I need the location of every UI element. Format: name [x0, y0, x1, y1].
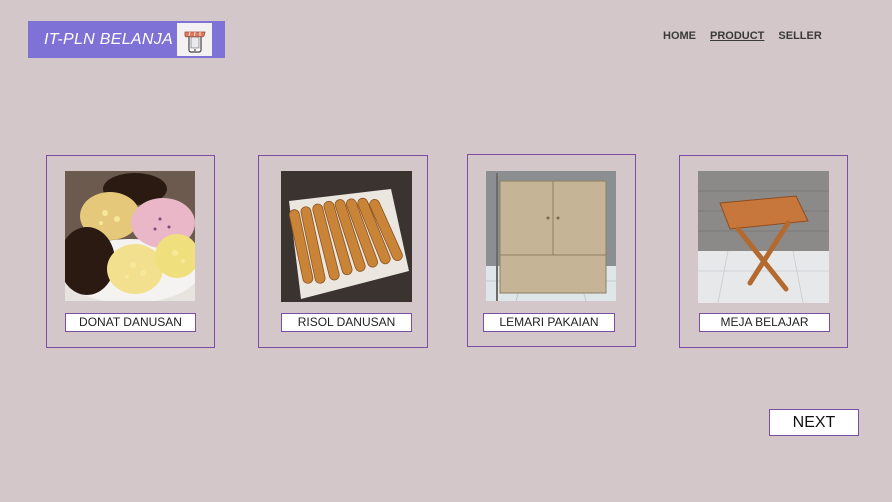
brand-title: IT-PLN BELANJA	[44, 30, 173, 48]
study-table-photo	[698, 171, 829, 303]
product-label[interactable]: RISOL DANUSAN	[281, 313, 412, 332]
store-phone-icon	[177, 23, 212, 56]
product-card-donat[interactable]: DONAT DANUSAN	[46, 155, 215, 348]
product-card-meja[interactable]: MEJA BELAJAR	[679, 155, 848, 348]
risol-photo	[281, 171, 412, 302]
product-label[interactable]: MEJA BELAJAR	[699, 313, 830, 332]
donut-photo	[65, 171, 195, 301]
product-card-risol[interactable]: RISOL DANUSAN	[258, 155, 428, 348]
brand-logo[interactable]: IT-PLN BELANJA	[28, 21, 225, 58]
nav-home[interactable]: HOME	[663, 30, 696, 42]
wardrobe-photo	[486, 171, 616, 301]
nav-product[interactable]: PRODUCT	[710, 30, 764, 42]
next-button[interactable]: NEXT	[769, 409, 859, 436]
product-label[interactable]: DONAT DANUSAN	[65, 313, 196, 332]
product-label[interactable]: LEMARI PAKAIAN	[483, 313, 615, 332]
top-nav: HOME PRODUCT SELLER	[663, 30, 836, 42]
nav-seller[interactable]: SELLER	[778, 30, 821, 42]
product-card-lemari[interactable]: LEMARI PAKAIAN	[467, 154, 636, 347]
